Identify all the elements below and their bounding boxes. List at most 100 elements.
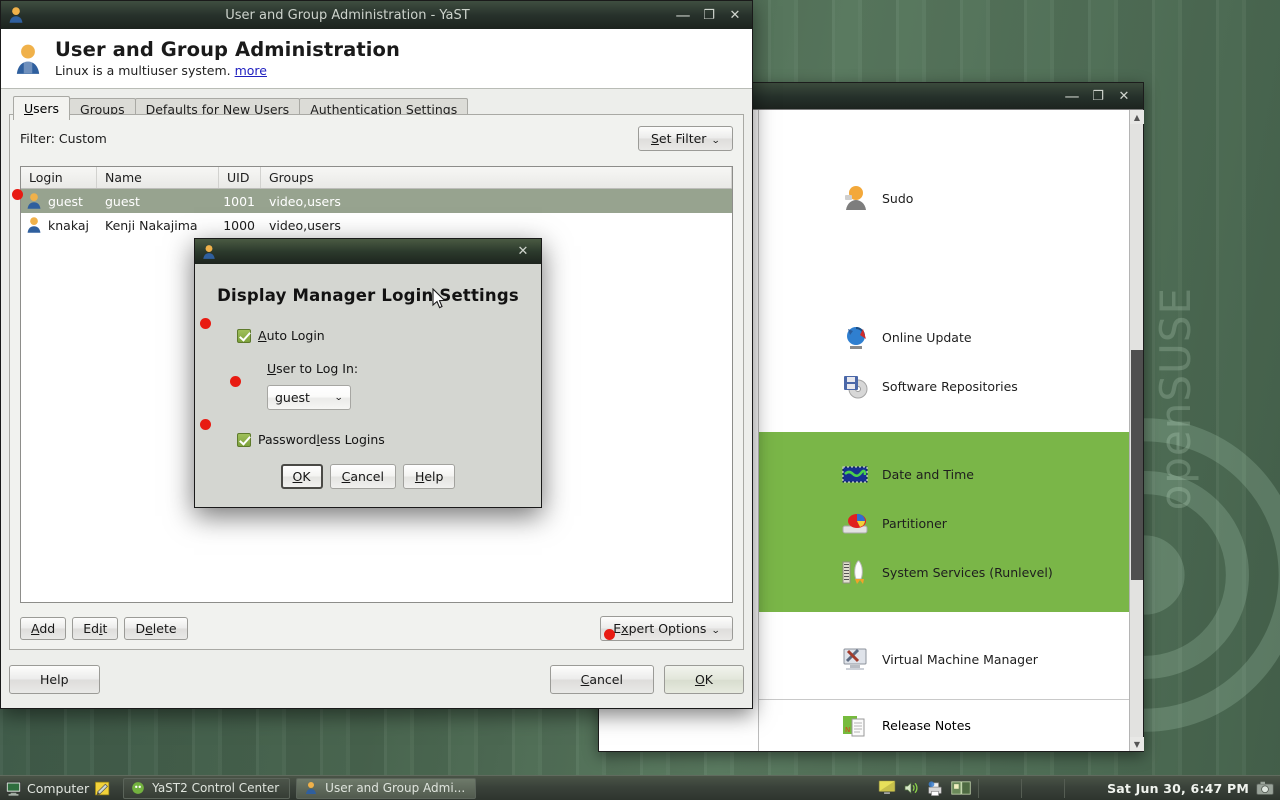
filter-row: Filter: Custom Set Filter ⌄	[20, 123, 733, 153]
virtual-machine-manager-icon	[841, 645, 869, 673]
passwordless-logins-row[interactable]: Passwordless Logins	[237, 432, 525, 447]
tray-slot-2	[1021, 778, 1057, 798]
network-printer-icon[interactable]	[926, 780, 944, 797]
set-filter-button[interactable]: Set Filter ⌄	[637, 125, 733, 151]
uga-titlebar[interactable]: User and Group Administration - YaST — ❐…	[1, 1, 752, 29]
display-icon[interactable]	[878, 780, 896, 796]
passwordless-logins-label: Passwordless Logins	[258, 432, 385, 447]
cell-groups: video,users	[269, 193, 341, 209]
display-manager-login-settings-dialog[interactable]: ✕ Display Manager Login Settings Auto Lo…	[194, 238, 542, 508]
notes-icon[interactable]	[94, 780, 111, 797]
chevron-down-icon: ⌄	[711, 626, 721, 636]
cell-name: Kenji Nakajima	[105, 217, 198, 233]
taskbar-left: Computer	[0, 780, 111, 797]
edit-button[interactable]: Edit	[72, 617, 119, 640]
auto-login-checkbox[interactable]	[237, 328, 251, 343]
ycc-item-label: Virtual Machine Manager	[882, 651, 1038, 667]
volume-icon[interactable]	[903, 780, 919, 796]
system-services-icon	[841, 558, 869, 586]
partitioner-icon	[841, 509, 869, 537]
dialog-close-button[interactable]: ✕	[510, 242, 536, 262]
auto-login-label: Auto Login	[258, 328, 325, 343]
user-row-icon	[25, 216, 43, 234]
release-notes-bar[interactable]: N Release Notes	[759, 699, 1129, 751]
ycc-maximize-button[interactable]: ❐	[1085, 86, 1111, 106]
cell-uid: 1000	[223, 217, 255, 233]
taskbar[interactable]: Computer YaST2 Control Center User and G…	[0, 775, 1280, 800]
ycc-item-label: Date and Time	[882, 466, 974, 482]
uga-titlebar-user-icon	[7, 6, 25, 24]
ycc-minimize-button[interactable]: —	[1059, 86, 1085, 106]
table-action-buttons: Add Edit Delete Expert Options ⌄	[20, 616, 733, 641]
ycc-item-label: Software Repositories	[882, 378, 1018, 394]
camera-icon[interactable]	[1256, 781, 1274, 796]
cancel-button[interactable]: Cancel	[549, 664, 654, 694]
column-header-login[interactable]: Login	[21, 167, 97, 188]
date-and-time-icon	[841, 460, 869, 488]
dialog-ok-button[interactable]: OK	[280, 464, 323, 489]
cell-login: knakaj	[48, 217, 89, 233]
clock[interactable]: Sat Jun 30, 6:47 PM	[1107, 781, 1249, 796]
column-header-groups[interactable]: Groups	[261, 167, 732, 188]
dialog-button-row: OK Cancel Help	[195, 464, 541, 489]
tab-label: Users	[24, 101, 60, 116]
auto-login-row[interactable]: Auto Login	[237, 328, 525, 343]
column-header-name[interactable]: Name	[97, 167, 219, 188]
table-row[interactable]: guest guest 1001 video,users	[21, 189, 732, 213]
user-to-log-in-select[interactable]: guest ⌄	[267, 385, 351, 410]
ok-button[interactable]: OK	[663, 664, 744, 694]
user-icon	[304, 781, 318, 795]
dialog-titlebar[interactable]: ✕	[195, 239, 541, 264]
scroll-down-arrow-icon[interactable]: ▼	[1130, 737, 1144, 751]
delete-button[interactable]: Delete	[124, 617, 188, 640]
page-subtitle: Linux is a multiuser system.	[55, 63, 231, 79]
help-button[interactable]: Help	[9, 664, 100, 694]
release-notes-label: Release Notes	[882, 718, 971, 733]
desktop-background: openSUSE — ❐ ✕ nd ment n and Tools	[0, 0, 1280, 800]
uga-minimize-button[interactable]: —	[670, 5, 696, 25]
taskbar-task-list[interactable]: YaST2 Control Center User and Group Admi…	[123, 777, 477, 799]
user-group-icon	[13, 42, 43, 76]
dialog-cancel-button[interactable]: Cancel	[329, 464, 396, 489]
cell-login: guest	[48, 193, 83, 209]
ycc-close-button[interactable]: ✕	[1111, 86, 1137, 106]
column-header-uid[interactable]: UID	[219, 167, 261, 188]
filter-label: Filter: Custom	[20, 130, 107, 146]
workspace-switcher-icon[interactable]	[951, 780, 971, 796]
ycc-item-label: Partitioner	[882, 515, 947, 531]
add-button[interactable]: Add	[20, 617, 67, 640]
computer-icon[interactable]	[5, 780, 22, 797]
scroll-up-arrow-icon[interactable]: ▲	[1130, 110, 1144, 124]
ycc-item-virtual-machine-manager[interactable]: Virtual Machine Manager	[759, 637, 1129, 681]
scrollbar-thumb[interactable]	[1131, 350, 1143, 580]
taskbar-task-user-and-group-admin[interactable]: User and Group Admi...	[296, 777, 477, 799]
ycc-item-sudo[interactable]: Sudo	[759, 176, 1129, 220]
computer-label[interactable]: Computer	[27, 781, 89, 796]
more-link[interactable]: more	[235, 63, 267, 78]
uga-bottom-bar: Help Cancel OK	[9, 658, 744, 700]
ycc-item-date-and-time[interactable]: Date and Time	[759, 452, 1129, 496]
dialog-title: Display Manager Login Settings	[217, 286, 519, 305]
user-row-icon	[25, 192, 43, 210]
tray-slot-3	[1064, 778, 1100, 798]
sudo-user-icon	[841, 184, 869, 212]
uga-maximize-button[interactable]: ❐	[696, 5, 722, 25]
dialog-help-button[interactable]: Help	[402, 464, 456, 489]
taskbar-task-yast-control-center[interactable]: YaST2 Control Center	[123, 777, 291, 799]
ycc-item-label: Sudo	[882, 190, 914, 206]
ycc-item-label: System Services (Runlevel)	[882, 564, 1053, 580]
table-row[interactable]: knakaj Kenji Nakajima 1000 video,users	[21, 213, 732, 237]
system-tray[interactable]: Sat Jun 30, 6:47 PM	[878, 778, 1280, 798]
ycc-item-partitioner[interactable]: Partitioner	[759, 501, 1129, 545]
ycc-item-label: Online Update	[882, 329, 972, 345]
expert-options-button[interactable]: Expert Options ⌄	[600, 616, 733, 641]
uga-close-button[interactable]: ✕	[722, 5, 748, 25]
ycc-scrollbar[interactable]: ▲ ▼	[1129, 110, 1144, 751]
user-combo-row: guest ⌄	[267, 385, 525, 410]
tab-users[interactable]: Users	[13, 96, 71, 120]
ycc-item-online-update[interactable]: Online Update	[759, 315, 1129, 359]
ycc-item-software-repositories[interactable]: Software Repositories	[759, 364, 1129, 408]
ycc-module-list[interactable]: Sudo Online Update Software Repositories…	[759, 110, 1129, 751]
passwordless-logins-checkbox[interactable]	[237, 432, 251, 447]
ycc-item-system-services[interactable]: System Services (Runlevel)	[759, 550, 1129, 594]
